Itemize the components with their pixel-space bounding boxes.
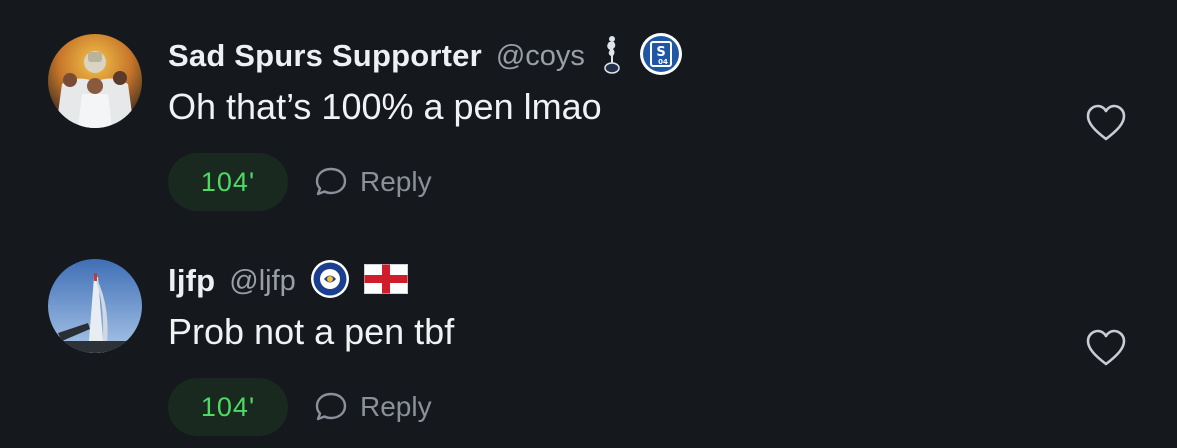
cockerel-crest-icon — [599, 33, 625, 80]
avatar[interactable] — [48, 259, 142, 353]
schalke-crest-icon: S 04 — [639, 32, 683, 81]
comment-item: Sad Spurs Supporter @coys S 04 Oh that’s… — [0, 0, 1177, 223]
reply-label: Reply — [360, 166, 432, 197]
reply-button[interactable]: Reply — [314, 387, 432, 427]
comment-header: Sad Spurs Supporter @coys S 04 — [168, 32, 683, 76]
match-minute-chip[interactable]: 104' — [168, 153, 288, 211]
heart-icon — [1086, 329, 1126, 366]
user-handle[interactable]: @coys — [496, 40, 585, 73]
speech-bubble-icon — [315, 392, 347, 421]
speech-bubble-icon — [315, 167, 347, 196]
comment-text: Oh that’s 100% a pen lmao — [168, 86, 602, 127]
heart-icon — [1086, 104, 1126, 141]
avatar-image — [48, 259, 142, 353]
like-button[interactable] — [1084, 328, 1128, 368]
schalke-crest-number: 04 — [658, 58, 668, 66]
username[interactable]: Sad Spurs Supporter — [168, 38, 482, 74]
match-minute-chip[interactable]: 104' — [168, 378, 288, 436]
england-flag-icon — [363, 263, 408, 299]
comment-header: ljfp @ljfp — [168, 259, 408, 304]
like-button[interactable] — [1084, 103, 1128, 143]
comment-text: Prob not a pen tbf — [168, 311, 455, 352]
reply-label: Reply — [360, 391, 432, 422]
avatar[interactable] — [48, 34, 142, 128]
username[interactable]: ljfp — [168, 263, 215, 299]
user-handle[interactable]: @ljfp — [229, 265, 296, 298]
portsmouth-crest-icon — [310, 259, 350, 304]
comment-item: ljfp @ljfp Prob not a pen tbf 104' Reply — [0, 225, 1177, 448]
reply-button[interactable]: Reply — [314, 162, 432, 202]
avatar-image — [48, 34, 142, 128]
